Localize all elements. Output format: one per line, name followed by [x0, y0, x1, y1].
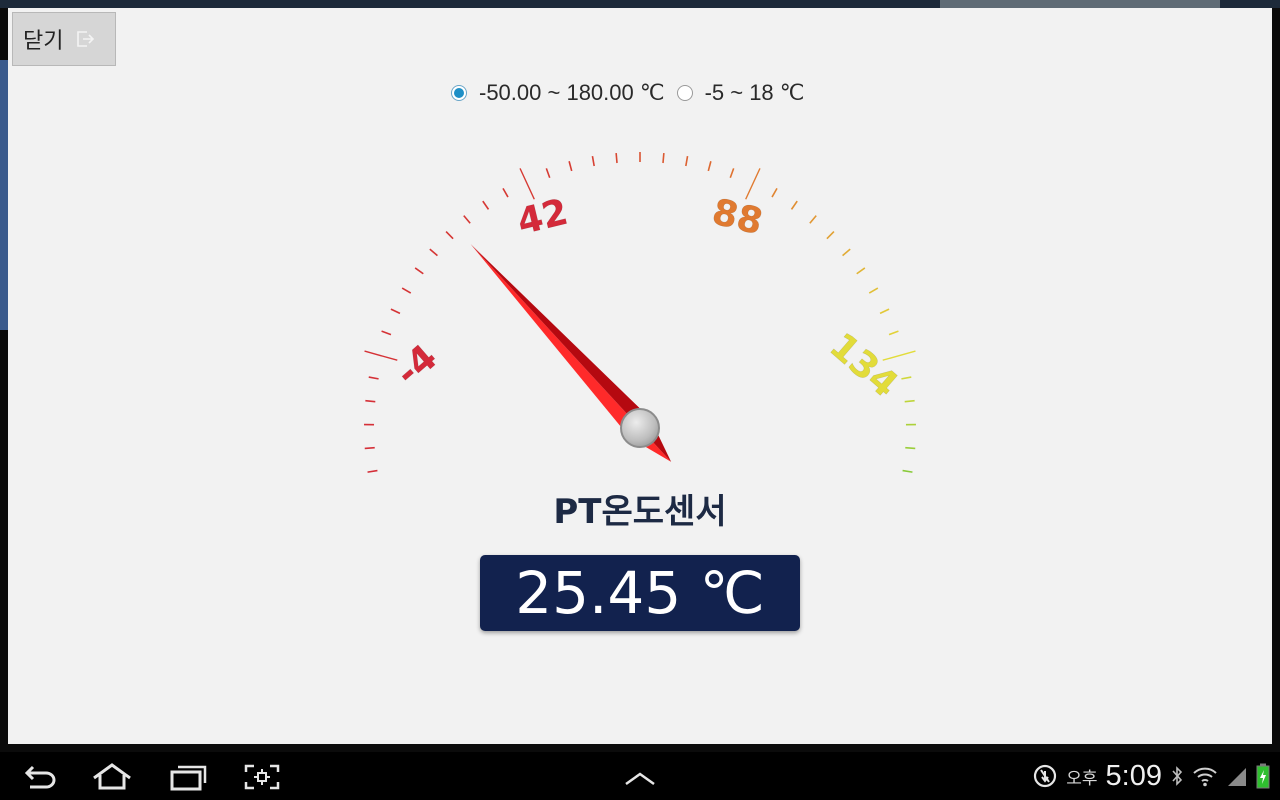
- gauge-minor-tick: [482, 200, 490, 210]
- gauge-minor-tick: [904, 399, 915, 403]
- gauge-major-tick: [745, 168, 761, 200]
- gauge-minor-tick: [401, 287, 412, 294]
- gauge-minor-tick: [662, 152, 665, 164]
- screenshot-button[interactable]: [240, 760, 284, 794]
- gauge-scale-label: 42: [514, 192, 572, 244]
- temperature-gauge: -50-44288134180: [364, 152, 916, 473]
- home-icon: [93, 763, 131, 790]
- clock-ampm: 오후: [1066, 768, 1098, 789]
- signal-icon: [1228, 768, 1246, 786]
- gauge-minor-tick: [364, 446, 375, 450]
- gauge-minor-tick: [381, 330, 392, 336]
- gauge-minor-tick: [615, 152, 618, 164]
- gauge-minor-tick: [463, 215, 471, 224]
- gauge-scale-label: -4: [388, 337, 445, 394]
- gauge-minor-tick: [826, 231, 835, 240]
- gauge-scale-label: 88: [708, 192, 766, 244]
- gauge-hub: [620, 408, 660, 448]
- reading-display: 25.45 ℃: [480, 555, 800, 631]
- recent-apps-icon: [170, 765, 207, 791]
- gauge-minor-tick: [729, 168, 735, 179]
- gauge-major-tick: [519, 168, 535, 200]
- back-button[interactable]: [18, 760, 62, 794]
- gauge-minor-tick: [905, 446, 916, 450]
- recent-apps-button[interactable]: [166, 760, 210, 794]
- screenshot-icon: [244, 764, 280, 790]
- clock-time: 5:09: [1105, 759, 1162, 792]
- gauge-minor-tick: [502, 188, 509, 198]
- gauge-minor-tick: [445, 231, 454, 240]
- sensor-name: PT온도센서: [553, 492, 727, 532]
- gauge-minor-tick: [771, 188, 778, 198]
- gauge-minor-tick: [809, 215, 817, 224]
- gauge-minor-tick: [856, 267, 866, 275]
- system-navigation-bar: 오후 5:09: [0, 752, 1280, 800]
- gauge-minor-tick: [685, 155, 689, 167]
- usb-debug-icon: [1034, 764, 1057, 788]
- sensor-dialog: 닫기 -50.00 ~ 180.00 ℃ -5 ~ 18 ℃ -4 42 88 …: [8, 8, 1272, 744]
- gauge-minor-tick: [888, 330, 899, 336]
- gauge-minor-tick: [545, 168, 551, 179]
- gauge-minor-tick: [591, 155, 595, 167]
- gauge-minor-tick: [568, 161, 573, 172]
- status-area[interactable]: 오후 5:09: [1032, 752, 1270, 800]
- battery-icon: [1256, 763, 1270, 789]
- gauge-scale-label: 134: [822, 326, 906, 406]
- gauge-minor-tick: [790, 200, 798, 210]
- gauge-minor-tick: [390, 308, 401, 315]
- expand-button[interactable]: [618, 760, 662, 794]
- gauge-minor-tick: [429, 248, 438, 257]
- gauge-minor-tick: [368, 376, 379, 380]
- gauge-minor-tick: [367, 469, 378, 473]
- back-icon: [24, 765, 56, 789]
- home-button[interactable]: [90, 760, 134, 794]
- gauge-minor-tick: [414, 267, 424, 275]
- gauge-minor-tick: [902, 469, 913, 473]
- gauge-minor-tick: [842, 248, 851, 257]
- temperature-reading: 25.45 ℃: [515, 559, 765, 627]
- chevron-up-icon: [625, 772, 655, 786]
- gauge-minor-tick: [707, 161, 712, 172]
- bluetooth-icon: [1172, 766, 1183, 786]
- gauge-minor-tick: [365, 399, 376, 403]
- wifi-icon: [1193, 767, 1217, 787]
- gauge-minor-tick: [879, 308, 890, 315]
- gauge-minor-tick: [868, 287, 879, 294]
